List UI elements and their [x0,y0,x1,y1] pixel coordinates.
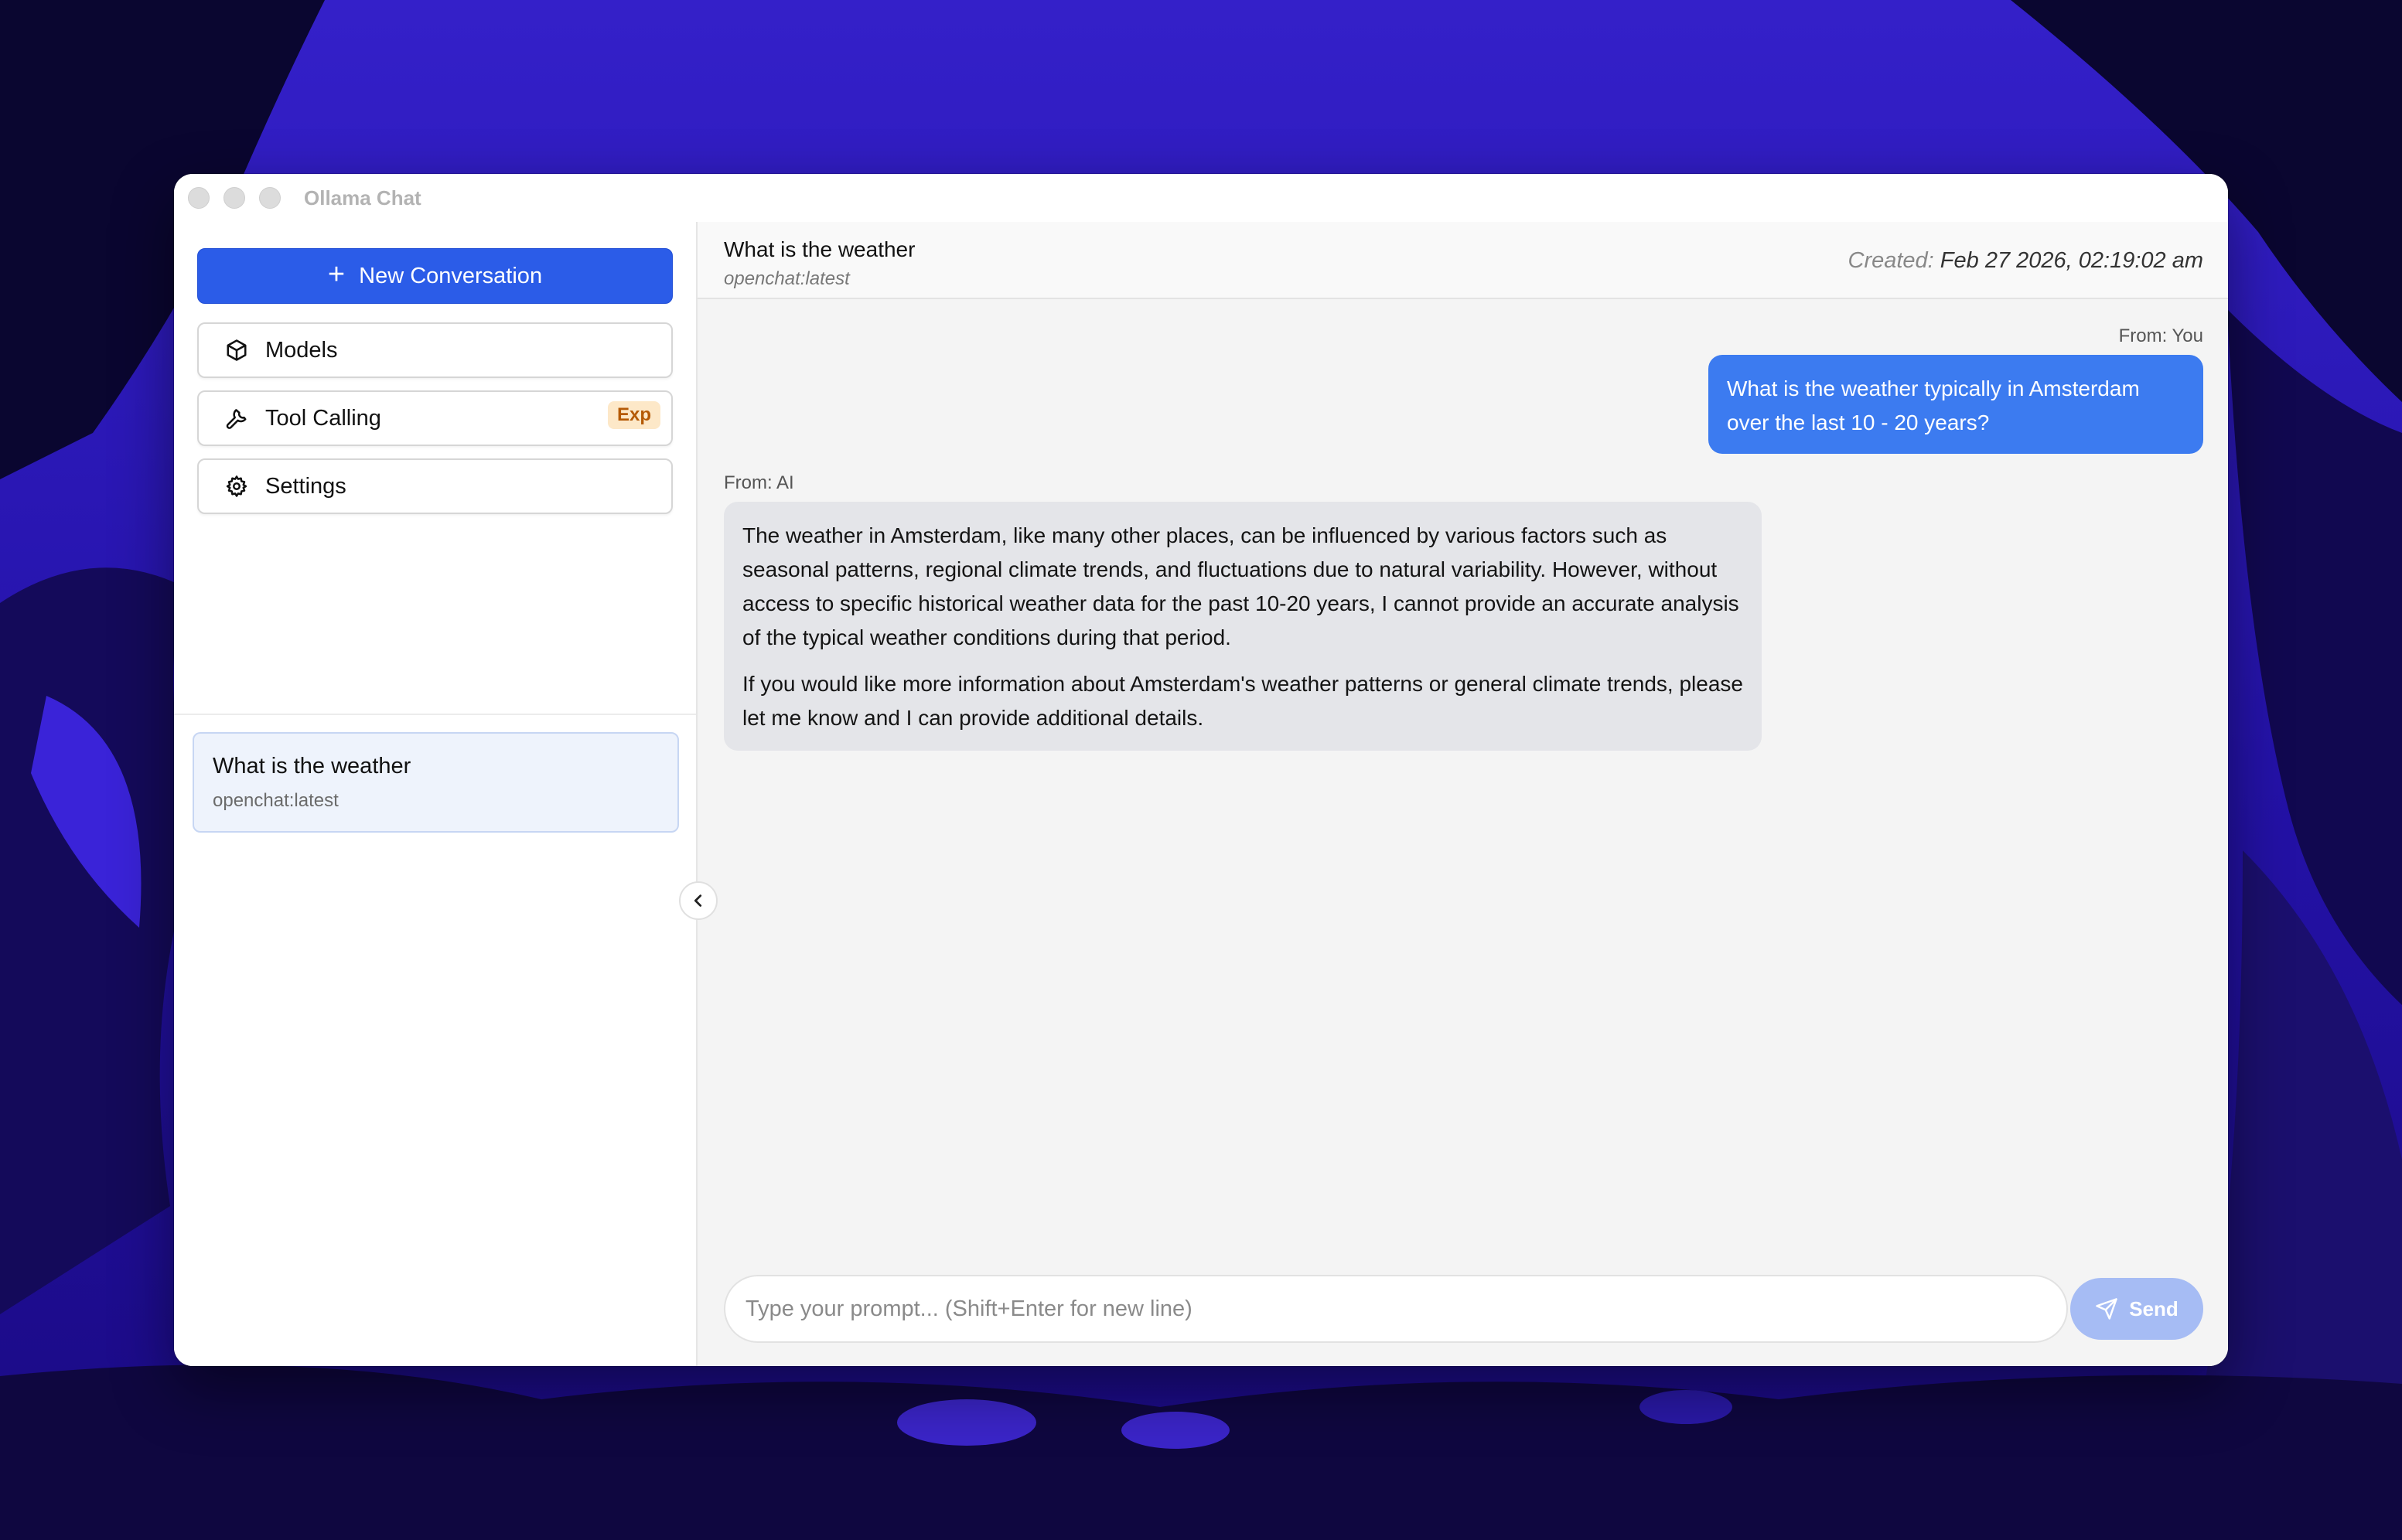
window-controls [188,187,281,209]
ai-message-paragraph: The weather in Amsterdam, like many othe… [742,523,1739,649]
settings-button[interactable]: Settings [197,458,673,514]
new-conversation-label: New Conversation [359,263,543,288]
cube-icon [227,339,247,361]
ai-message-sender: From: AI [724,472,794,493]
conversation-model: openchat:latest [213,790,339,811]
chevron-left-icon [694,894,702,907]
chat-panel: What is the weather openchat:latest Crea… [698,222,2228,1366]
send-icon [2096,1298,2117,1320]
models-button[interactable]: Models [197,322,673,378]
ai-message-bubble: The weather in Amsterdam, like many othe… [724,502,1762,751]
conversation-list-item[interactable]: What is the weather openchat:latest [193,732,679,833]
minimize-window-button[interactable] [223,187,245,209]
close-window-button[interactable] [188,187,210,209]
title-bar: Ollama Chat [174,174,2228,222]
tool-calling-button[interactable]: Tool Calling Exp [197,390,673,446]
new-conversation-button[interactable]: + New Conversation [197,248,673,304]
settings-label: Settings [265,473,346,499]
user-message-sender: From: You [2118,325,2203,346]
models-label: Models [265,337,338,363]
collapse-sidebar-button[interactable] [679,881,718,920]
created-label: Created: [1848,248,1934,273]
sidebar: + New Conversation Models Tool Calling E… [174,222,698,1366]
tool-calling-label: Tool Calling [265,405,381,431]
created-timestamp: Created: Feb 27 2026, 02:19:02 am [1848,248,2204,274]
zoom-window-button[interactable] [259,187,281,209]
chat-header: What is the weather openchat:latest Crea… [698,222,2228,299]
created-value: Feb 27 2026, 02:19:02 am [1940,248,2203,273]
ai-message-paragraph: If you would like more information about… [742,672,1743,730]
experimental-badge: Exp [607,401,660,429]
send-button[interactable]: Send [2070,1278,2203,1340]
prompt-input[interactable]: Type your prompt... (Shift+Enter for new… [724,1275,2068,1343]
app-window: Ollama Chat + New Conversation Models To… [174,174,2228,1366]
chat-model: openchat:latest [724,268,850,289]
window-title: Ollama Chat [304,186,421,210]
chat-title: What is the weather [724,237,916,261]
wrench-icon [226,409,247,429]
sidebar-divider [174,714,696,715]
user-message-bubble: What is the weather typically in Amsterd… [1708,355,2203,454]
gear-icon [226,475,247,497]
conversation-title: What is the weather [213,754,411,779]
plus-icon: + [327,258,346,291]
send-label: Send [2129,1296,2179,1320]
